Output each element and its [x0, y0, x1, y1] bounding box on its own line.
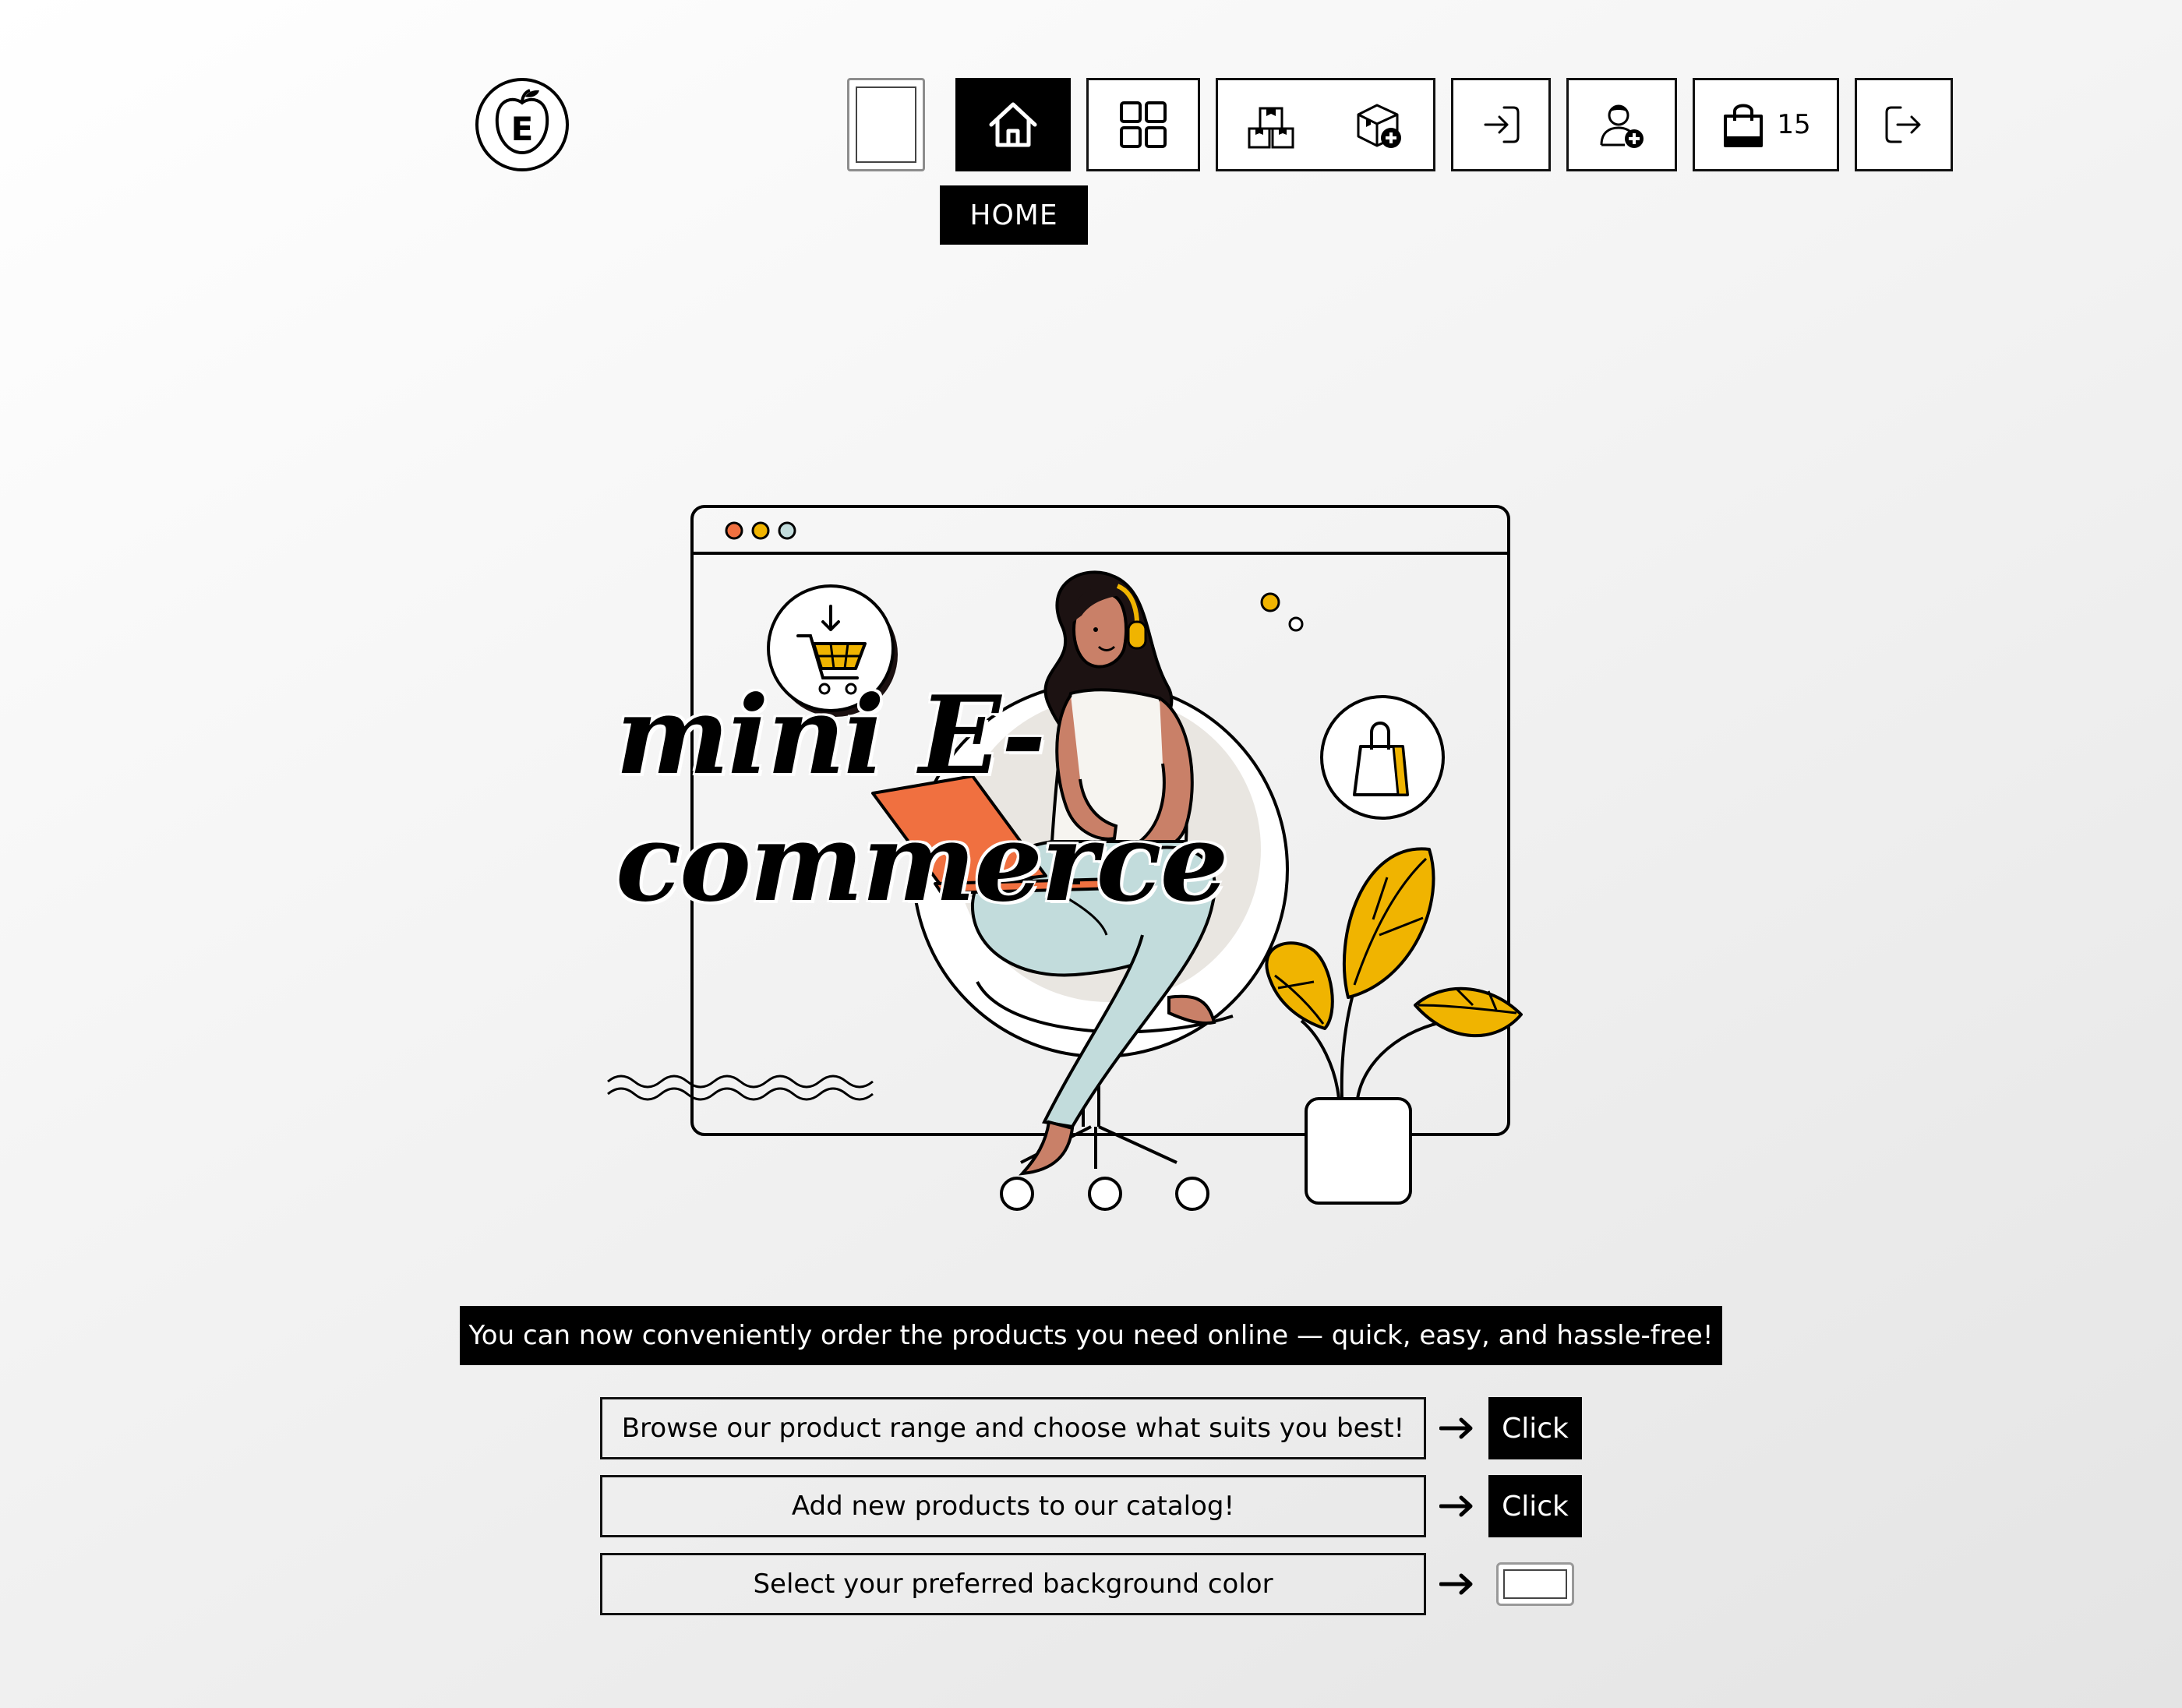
home-icon — [987, 100, 1040, 150]
nav-login-button[interactable] — [1451, 78, 1551, 171]
arrow-right-icon — [1439, 1475, 1474, 1537]
browse-products-label: Browse our product range and choose what… — [600, 1397, 1426, 1459]
box-plus-icon[interactable] — [1354, 99, 1405, 150]
nav-catalog-button[interactable] — [1086, 78, 1200, 171]
background-color-label: Select your preferred background color — [600, 1553, 1426, 1615]
add-products-button[interactable]: Click — [1488, 1475, 1582, 1537]
cart-count-badge: 15 — [1777, 109, 1811, 140]
arrow-right-icon — [1439, 1553, 1474, 1615]
grid-icon — [1119, 101, 1167, 149]
home-tooltip: HOME — [940, 185, 1088, 245]
logo[interactable]: E — [474, 76, 570, 173]
nav-home-button[interactable] — [955, 78, 1071, 171]
nav-products-group — [1216, 78, 1435, 171]
tagline-banner: You can now conveniently order the produ… — [460, 1306, 1722, 1365]
login-icon — [1481, 103, 1521, 146]
arrow-right-icon — [1439, 1397, 1474, 1459]
logout-icon — [1884, 103, 1924, 146]
add-products-label: Add new products to our catalog! — [600, 1475, 1426, 1537]
background-color-picker[interactable] — [1496, 1562, 1574, 1606]
nav-register-button[interactable] — [1566, 78, 1677, 171]
browse-products-button[interactable]: Click — [1488, 1397, 1582, 1459]
user-plus-icon — [1597, 100, 1647, 150]
nav-logout-button[interactable] — [1855, 78, 1953, 171]
logo-letter: E — [511, 110, 534, 148]
hero-title: mini E-commerce — [616, 672, 1228, 926]
header-color-swatch[interactable] — [847, 78, 925, 171]
nav-cart-button[interactable]: 15 — [1693, 78, 1839, 171]
shopping-bag-icon — [1721, 101, 1766, 149]
boxes-icon[interactable] — [1246, 99, 1298, 150]
